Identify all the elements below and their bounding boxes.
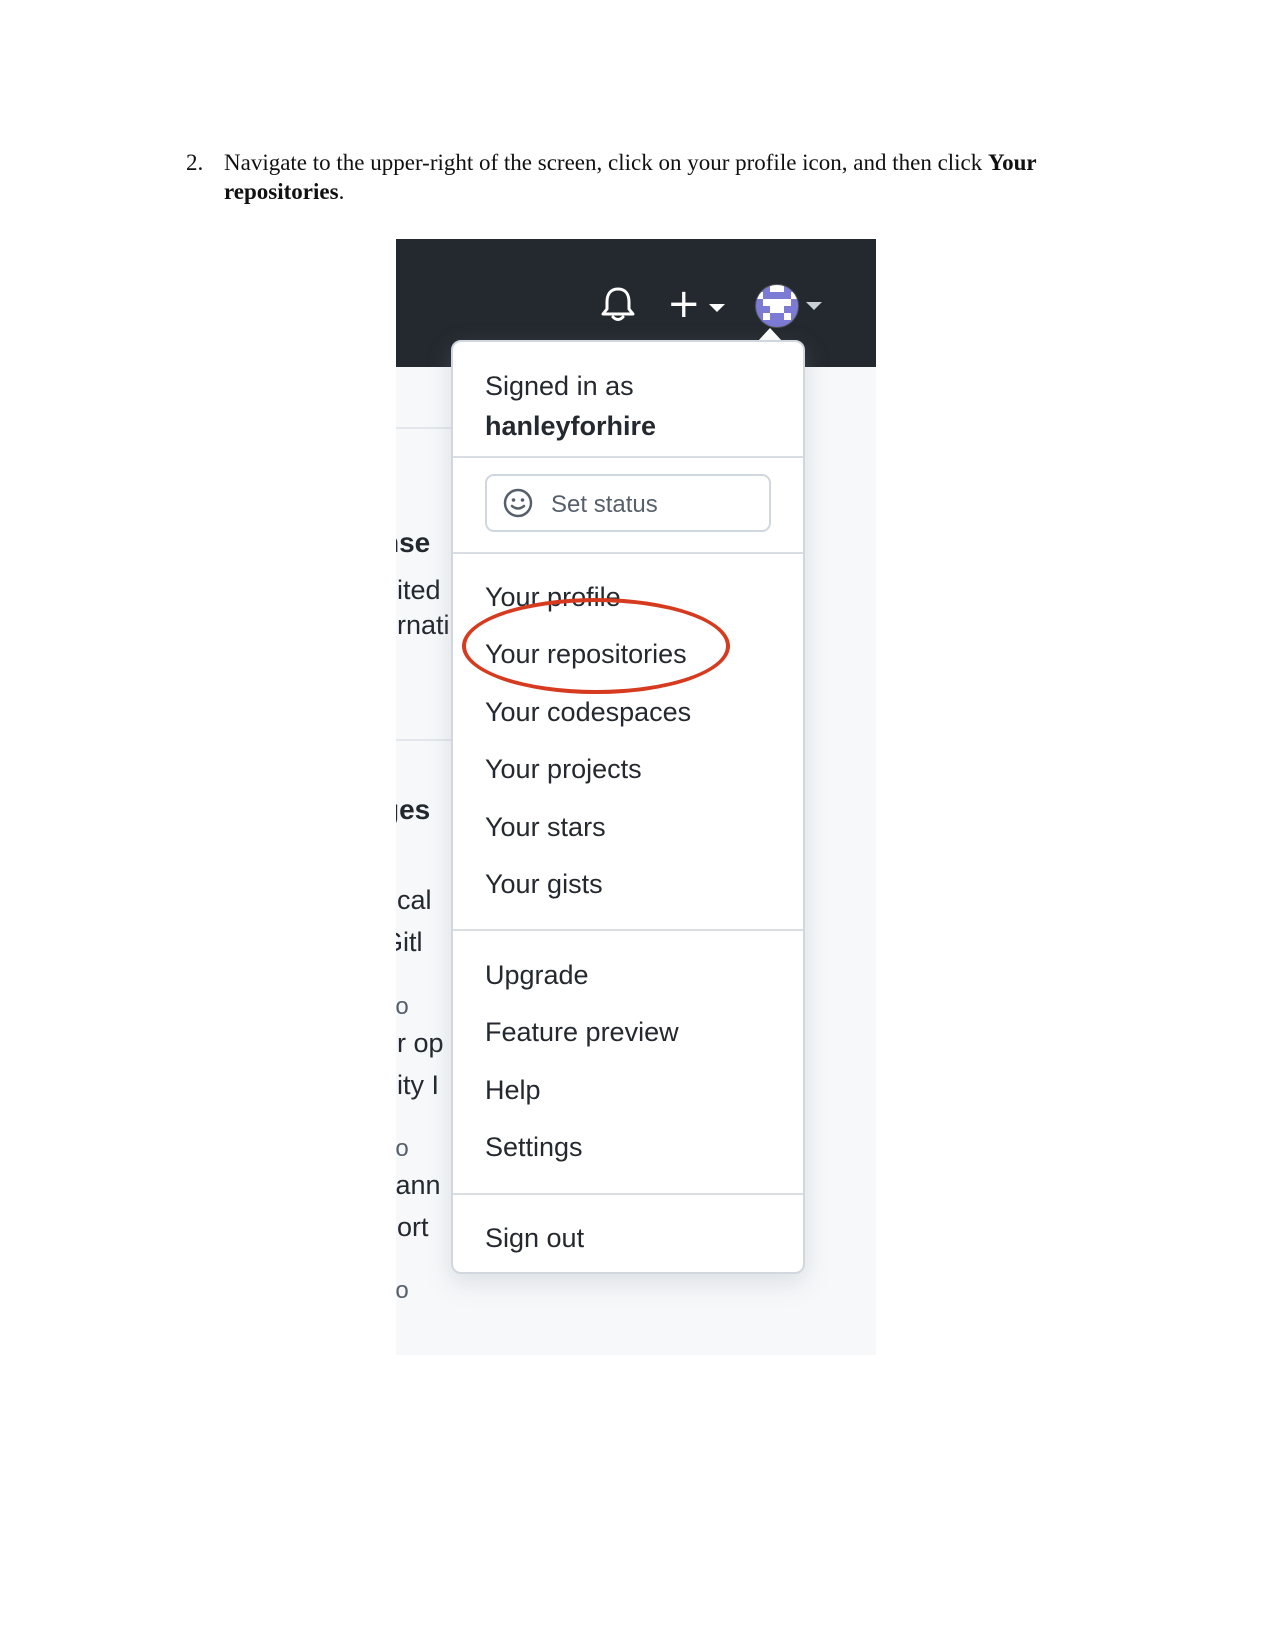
set-status-button[interactable]: Set status xyxy=(485,474,771,532)
bg-text: ernati xyxy=(396,610,450,640)
instruction-step: 2. Navigate to the upper-right of the sc… xyxy=(186,148,1116,206)
menu-divider xyxy=(453,456,803,458)
bg-text: go xyxy=(396,1135,409,1162)
set-status-label: Set status xyxy=(551,491,658,518)
step-text-body: Navigate to the upper-right of the scree… xyxy=(224,150,989,175)
chevron-down-icon[interactable] xyxy=(709,304,725,312)
background-page: nse nited ernati ges o rical Gitl go ur … xyxy=(396,367,452,1355)
step-number: 2. xyxy=(186,150,204,175)
bg-text: go xyxy=(396,1277,409,1304)
bg-text: nited xyxy=(396,575,441,605)
chevron-down-icon[interactable] xyxy=(806,302,822,310)
bg-text: nse xyxy=(396,527,431,558)
divider xyxy=(396,739,452,741)
signed-in-header: Signed in as hanleyforhire xyxy=(485,366,656,446)
menu-item-your-profile[interactable]: Your profile xyxy=(485,582,621,613)
menu-item-your-codespaces[interactable]: Your codespaces xyxy=(485,697,691,728)
divider xyxy=(396,427,452,429)
menu-item-settings[interactable]: Settings xyxy=(485,1132,583,1163)
bg-text: Gitl xyxy=(396,927,423,957)
menu-divider xyxy=(453,929,803,931)
menu-item-your-gists[interactable]: Your gists xyxy=(485,869,603,900)
menu-item-help[interactable]: Help xyxy=(485,1075,541,1106)
menu-item-your-stars[interactable]: Your stars xyxy=(485,812,606,843)
bg-text: nity I xyxy=(396,1070,440,1100)
bg-text: rical xyxy=(396,885,432,915)
bell-icon[interactable] xyxy=(600,285,636,323)
menu-divider xyxy=(453,552,803,554)
menu-item-your-projects[interactable]: Your projects xyxy=(485,754,642,785)
avatar[interactable] xyxy=(755,284,799,328)
bg-text: ges xyxy=(396,794,431,825)
step-text-end: . xyxy=(338,179,345,204)
signed-in-label: Signed in as xyxy=(485,371,634,401)
bg-text: cann xyxy=(396,1170,441,1200)
menu-item-your-repositories[interactable]: Your repositories xyxy=(485,639,687,670)
menu-divider xyxy=(453,1193,803,1195)
smiley-icon xyxy=(503,488,533,518)
plus-icon[interactable]: + xyxy=(667,284,701,324)
bg-text: ur op xyxy=(396,1028,444,1058)
bg-text: go xyxy=(396,993,409,1020)
step-text: Navigate to the upper-right of the scree… xyxy=(224,148,1116,206)
menu-item-feature-preview[interactable]: Feature preview xyxy=(485,1017,679,1048)
bg-text: port xyxy=(396,1212,429,1242)
screenshot: + nse nited ernati ges o rical Gitl go u… xyxy=(396,239,876,1355)
menu-item-upgrade[interactable]: Upgrade xyxy=(485,960,589,991)
profile-dropdown-menu: Signed in as hanleyforhire Set status Yo… xyxy=(451,340,805,1274)
username[interactable]: hanleyforhire xyxy=(485,406,656,446)
sign-out-button[interactable]: Sign out xyxy=(485,1223,584,1254)
